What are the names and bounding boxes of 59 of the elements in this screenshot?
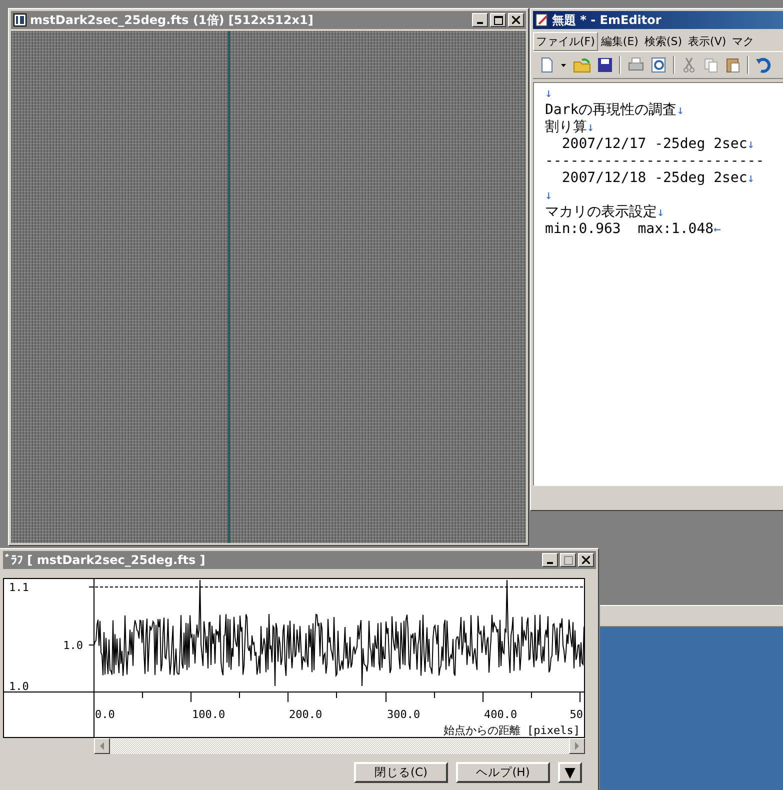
tick-label: 400.0 [484,708,518,721]
line-break-mark: ↓ [676,103,684,117]
menu-item[interactable]: ファイル(F) [533,32,598,50]
undo-icon[interactable] [755,57,771,73]
scroll-left-button[interactable] [94,738,110,754]
text-line: -------------------------- [545,153,764,169]
right-arrow-icon [574,742,580,750]
axis-title: 始点からの距離 [pixels] [443,724,580,737]
dialog-button[interactable]: 閉じる(C) [354,762,448,783]
axis-label: 1.1 [9,581,29,594]
tick-label: 200.0 [289,708,322,721]
left-arrow-icon [99,742,105,750]
tick-label: 50 [570,708,583,721]
text-area[interactable]: ↓ Darkの再現性の調査↓ 割り算↓ 2007/12/17 -25deg 2sec↓ -------------------------- 2007/12/18 -25deg 2sec↓ ↓ マカリの表示設定↓ min:0.963 max:1.048← [533,82,783,486]
line-break-mark: ← [714,222,721,236]
menu-item[interactable]: 表示(V) [685,32,730,50]
minimize-button[interactable] [542,553,558,567]
text-line: 2007/12/18 -25deg 2sec [560,170,748,186]
menu-item[interactable]: マク [729,32,758,50]
window-title: ﾞﾗﾌ [ mstDark2sec_25deg.fts ] [5,553,206,567]
save-icon[interactable] [597,57,613,73]
text-line: 割り算 [545,119,587,135]
line-break-mark: ↓ [747,171,755,185]
line-break-mark: ↓ [657,205,664,219]
tick-label: 0.0 [95,708,115,721]
maximize-icon [564,556,572,564]
scroll-right-button[interactable] [569,738,585,754]
notepad-icon [535,13,549,27]
print-icon[interactable] [627,57,645,73]
document-icon [13,13,27,27]
close-icon [512,16,520,24]
close-button[interactable] [578,553,594,567]
tick-label: 300.0 [387,708,420,721]
text-line: 2007/12/17 -25deg 2sec [560,136,748,152]
window-title: mstDark2sec_25deg.fts (1倍) [512x512x1] [30,12,314,28]
text-line: Darkの再現性の調査 [545,102,677,118]
dropdown-button[interactable]: ▼ [558,762,582,783]
tick-label: 100.0 [192,708,226,721]
menu-item[interactable]: 編集(E) [598,32,642,50]
horizontal-scrollbar[interactable] [94,738,585,754]
line-break-mark: ↓ [545,188,552,202]
text-line: マカリの表示設定 [545,204,657,220]
new-file-icon[interactable] [539,57,555,73]
window-title: 無題 * - EmEditor [552,12,662,28]
print-preview-icon[interactable] [651,57,667,73]
axis-label: 1.0 [9,680,29,693]
menu-item[interactable]: 検索(S) [641,32,686,50]
minimize-button[interactable] [472,13,488,27]
maximize-icon [494,16,502,24]
text-line: min:0.963 max:1.048 [545,221,714,237]
axis-label: 1.0 [63,639,83,652]
close-button[interactable] [508,13,524,27]
dialog-button[interactable]: ヘルプ(H) [456,762,550,783]
close-icon [582,556,590,564]
maximize-button[interactable] [490,13,506,27]
line-break-mark: ↓ [747,137,755,151]
line-break-mark: ↓ [587,120,594,134]
paste-icon[interactable] [725,57,741,73]
line-break-mark: ↓ [545,86,552,100]
